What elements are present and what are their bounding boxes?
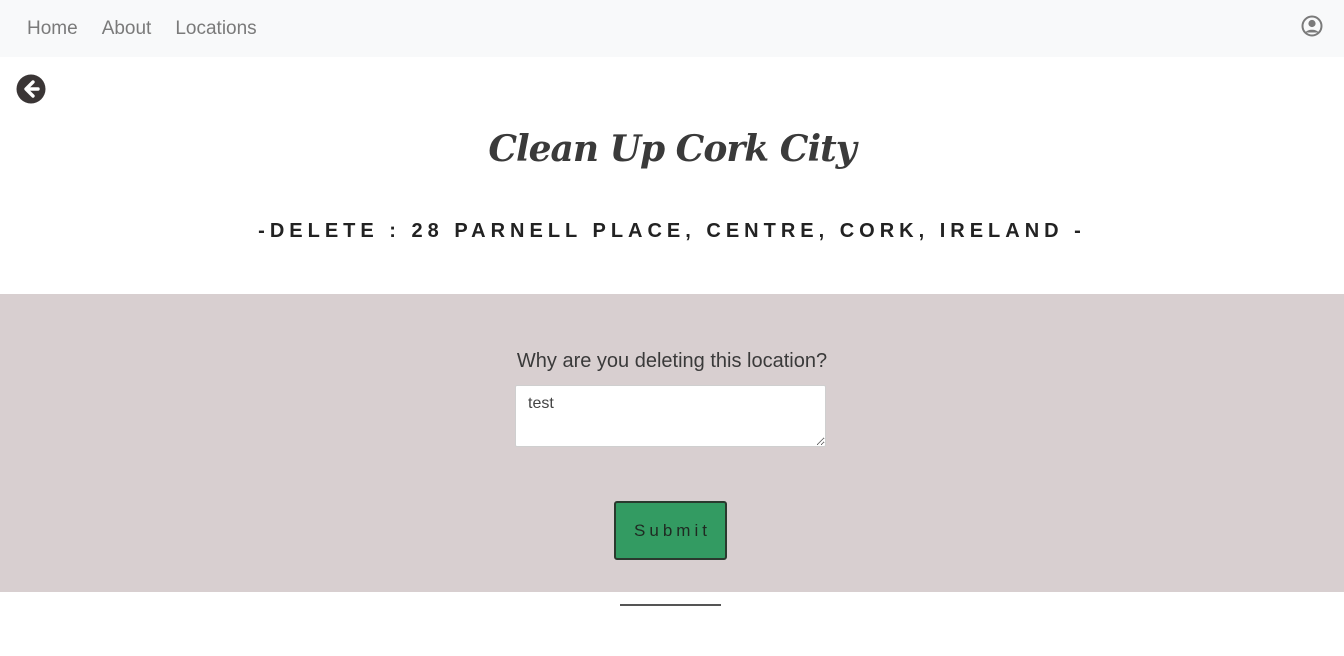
top-navbar: Home About Locations [0,0,1344,57]
nav-locations-link[interactable]: Locations [175,18,256,40]
nav-home-link[interactable]: Home [27,18,78,40]
footer-divider [620,604,721,606]
reason-question-label: Why are you deleting this location? [516,350,828,372]
reason-textarea[interactable]: test [515,385,826,447]
location-address: 28 PARNELL PLACE, CENTRE, CORK, IRELAND [411,220,1064,242]
delete-form-section: Why are you deleting this location? test… [0,294,1344,592]
delete-prefix: -DELETE : [258,220,412,242]
user-circle-icon[interactable] [1301,15,1323,37]
site-title: Clean Up Cork City [488,128,856,170]
delete-heading: -DELETE : 28 PARNELL PLACE, CENTRE, CORK… [0,220,1344,243]
delete-suffix: - [1063,220,1086,242]
nav-about-link[interactable]: About [102,18,152,40]
back-arrow-icon[interactable] [16,74,46,104]
submit-button[interactable]: Submit [614,501,727,560]
